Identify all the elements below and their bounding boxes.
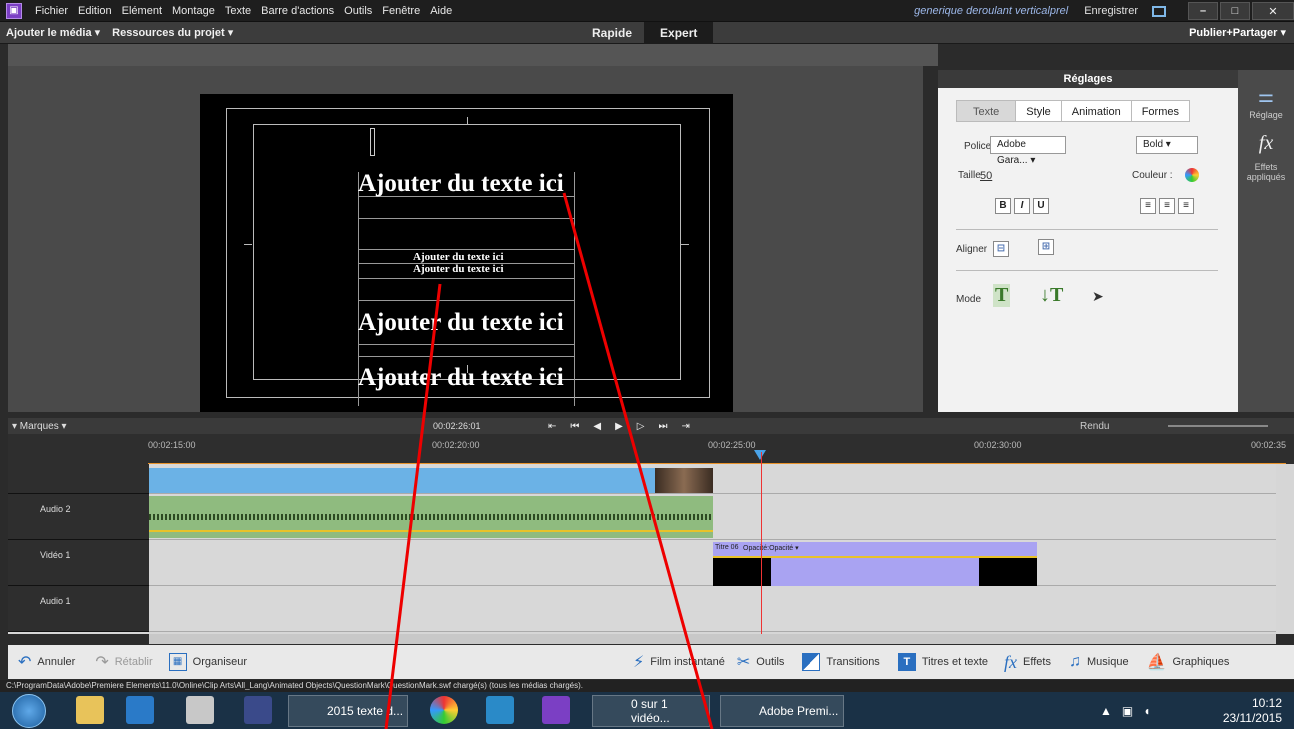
annotation-line-left (384, 283, 442, 729)
annotation-lines (384, 192, 714, 729)
annotation-line-right (562, 192, 714, 729)
